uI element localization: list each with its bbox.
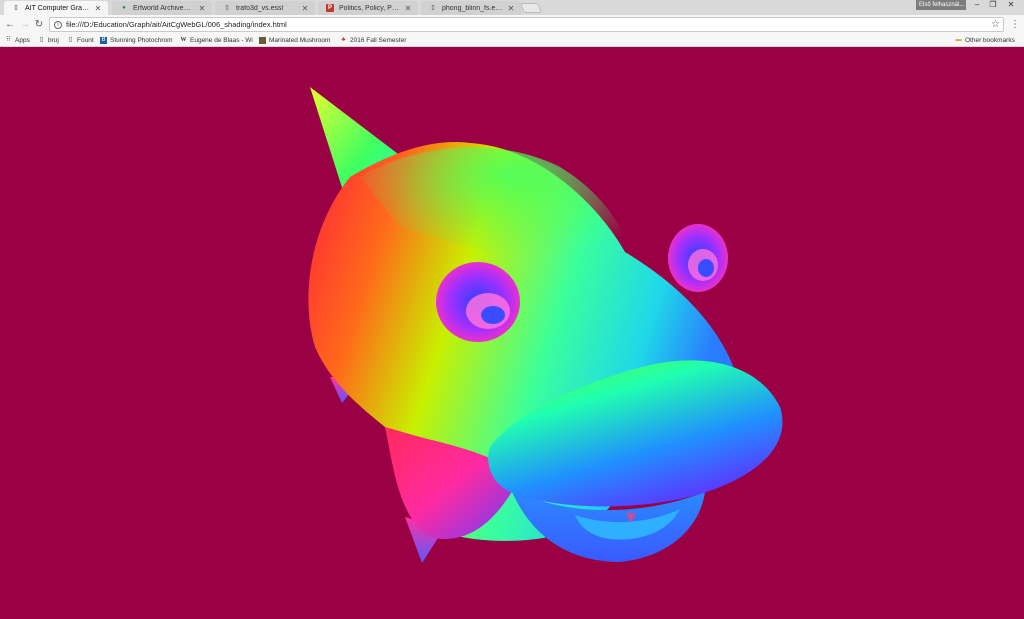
browser-window: ▯ AIT Computer Graphics ✕ ● Erfworld Arc… xyxy=(0,0,1024,619)
back-arrow-icon[interactable]: ← xyxy=(3,18,17,31)
page-icon: ▯ xyxy=(431,5,435,11)
bookmark-stunning-photochrom[interactable]: B Stunning Photochrom xyxy=(100,35,173,46)
other-bookmarks-label: Other bookmarks xyxy=(965,37,1015,44)
new-tab-button[interactable] xyxy=(520,3,542,13)
reload-icon[interactable]: ↻ xyxy=(32,18,46,31)
page-icon: ▯ xyxy=(39,37,44,43)
shaded-head-render xyxy=(308,87,783,563)
other-bookmarks[interactable]: ▬ Other bookmarks xyxy=(955,35,1015,46)
bookmark-label: Fount xyxy=(77,37,94,44)
bookmark-marinated-mushroom[interactable]: Marinated Mushroom xyxy=(259,35,330,46)
toolbar: ← → ↻ i file:///D:/Education/Graph/ait/A… xyxy=(0,15,1024,34)
bookmark-label: Stunning Photochrom xyxy=(110,37,173,44)
bookmark-site-icon: ♣ xyxy=(341,37,346,43)
address-bar[interactable]: i file:///D:/Education/Graph/ait/AitCgWe… xyxy=(49,17,1004,32)
tab-politics-policy[interactable]: P Politics, Policy, Political N ✕ xyxy=(318,1,418,15)
close-icon[interactable]: ✕ xyxy=(507,4,515,13)
globe-icon: ● xyxy=(122,5,126,11)
close-icon[interactable]: ✕ xyxy=(94,4,102,13)
menu-dots-icon[interactable]: ⋮ xyxy=(1010,18,1020,31)
tab-ait-computer-graphics[interactable]: ▯ AIT Computer Graphics ✕ xyxy=(4,1,108,15)
url-text[interactable]: file:///D:/Education/Graph/ait/AitCgWebG… xyxy=(66,20,287,29)
tab-trafo3d-vs[interactable]: ▯ trafo3d_vs.essl ✕ xyxy=(215,1,315,15)
ear-ring-left-hole xyxy=(481,306,505,324)
tab-strip: ▯ AIT Computer Graphics ✕ ● Erfworld Arc… xyxy=(0,0,1024,15)
bookmark-label: 2016 Fall Semester xyxy=(350,37,407,44)
bookmark-eugene-de-blaas[interactable]: W Eugene de Blaas - Wi xyxy=(180,35,253,46)
webgl-canvas[interactable] xyxy=(0,47,1024,619)
tab-title: Politics, Policy, Political N xyxy=(339,4,400,12)
page-icon: ▯ xyxy=(225,5,229,11)
bookmark-label: Marinated Mushroom xyxy=(269,37,331,44)
folder-icon: ▬ xyxy=(955,37,962,43)
bookmark-apps[interactable]: ⠿ Apps xyxy=(5,35,30,46)
tab-title: phong_blinn_fs.essl xyxy=(442,4,503,12)
close-window-icon[interactable]: ✕ xyxy=(1002,0,1020,10)
ear-ring-right-hole xyxy=(698,259,714,277)
page-icon: ▯ xyxy=(68,37,73,43)
info-icon[interactable]: i xyxy=(54,21,62,29)
tab-erfworld-archives[interactable]: ● Erfworld Archives - Book ✕ xyxy=(112,1,212,15)
tab-title: trafo3d_vs.essl xyxy=(236,4,284,12)
close-icon[interactable]: ✕ xyxy=(198,4,206,13)
page-icon: ▯ xyxy=(14,5,18,11)
bookmark-label: Eugene de Blaas - Wi xyxy=(190,37,253,44)
bookmark-label: bruj xyxy=(48,37,59,44)
apps-grid-icon: ⠿ xyxy=(6,37,11,43)
wikipedia-icon: W xyxy=(180,37,187,43)
bookmark-label: Apps xyxy=(15,37,30,44)
bookmark-2016-fall-semester[interactable]: ♣ 2016 Fall Semester xyxy=(340,35,407,46)
star-icon[interactable]: ☆ xyxy=(991,18,1000,31)
tab-title: Erfworld Archives - Book xyxy=(133,4,194,12)
profile-badge[interactable]: Első felhasznál... xyxy=(916,0,966,10)
site-icon: B xyxy=(100,37,107,44)
bookmarks-bar: ⠿ Apps ▯ bruj ▯ Fount B Stunning Photoch… xyxy=(0,34,1024,47)
restore-icon[interactable]: ❐ xyxy=(984,0,1002,10)
p-logo-icon: P xyxy=(326,4,334,12)
forward-arrow-icon[interactable]: → xyxy=(18,18,32,31)
tab-phong-blinn-fs[interactable]: ▯ phong_blinn_fs.essl ✕ xyxy=(421,1,521,15)
close-icon[interactable]: ✕ xyxy=(404,4,412,13)
tab-title: AIT Computer Graphics xyxy=(25,4,90,12)
site-image-icon xyxy=(259,37,266,44)
bookmark-fount[interactable]: ▯ Fount xyxy=(67,35,94,46)
close-icon[interactable]: ✕ xyxy=(301,4,309,13)
bookmark-bruj[interactable]: ▯ bruj xyxy=(38,35,59,46)
